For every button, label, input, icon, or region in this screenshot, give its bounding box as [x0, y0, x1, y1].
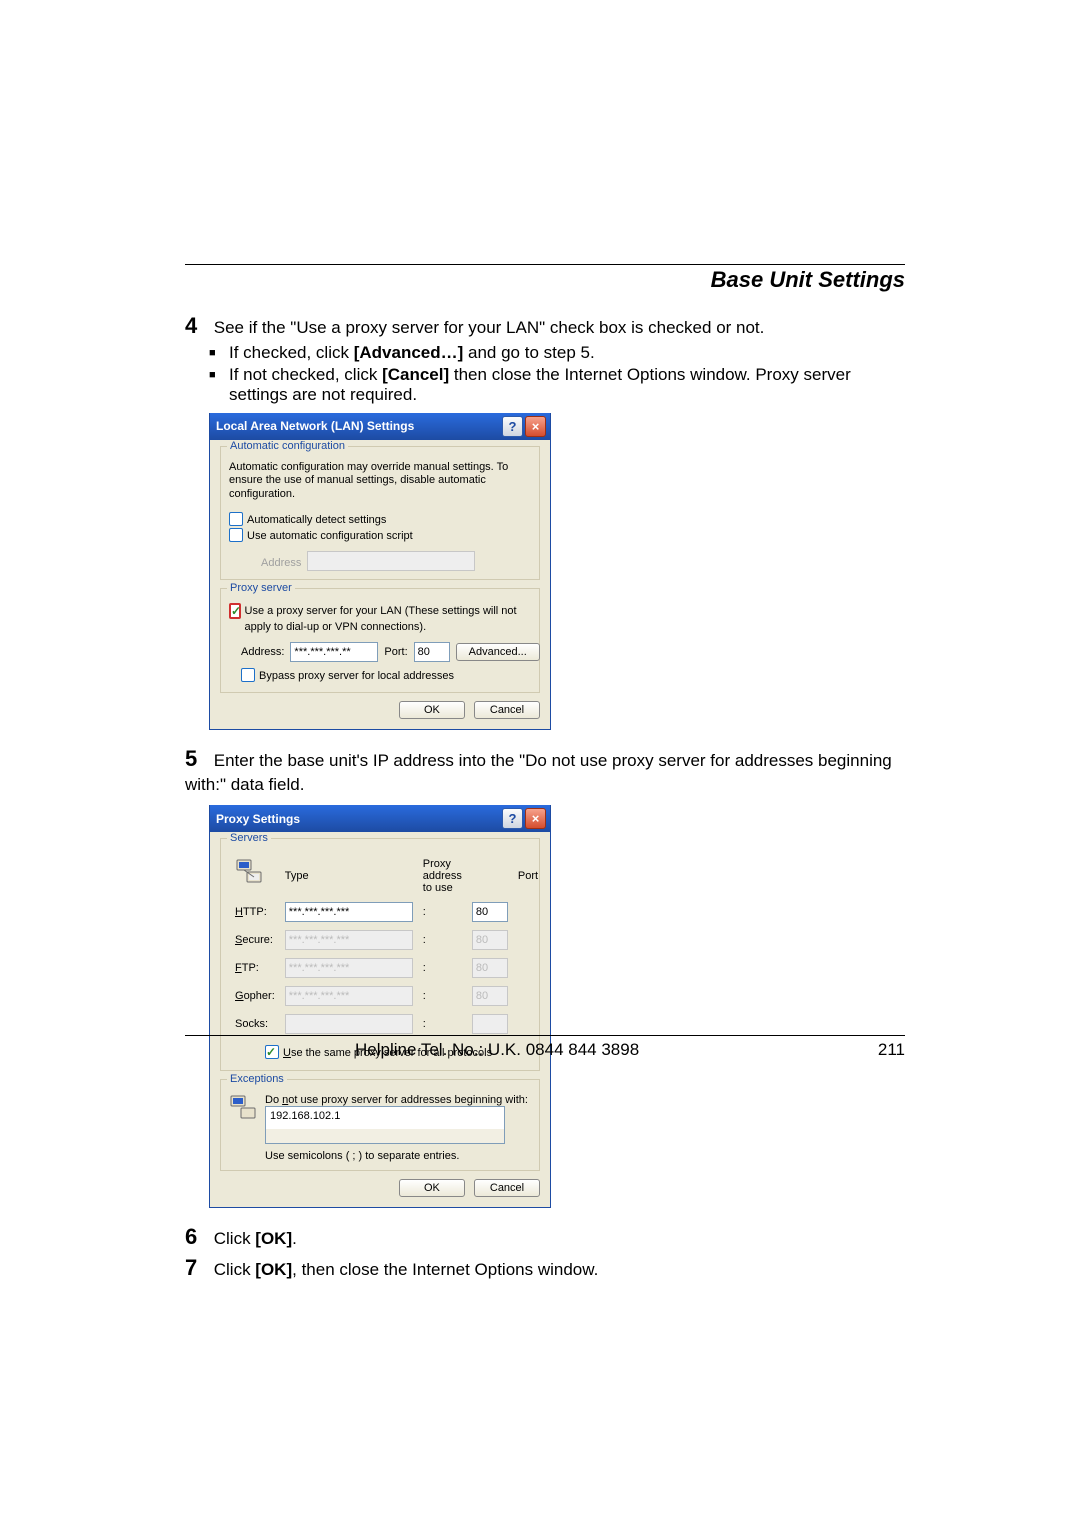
dialog-title: Local Area Network (LAN) Settings — [216, 419, 414, 433]
checkbox-auto-detect[interactable] — [229, 512, 243, 526]
step-6: 6 Click [OK]. — [185, 1222, 905, 1252]
step-7: 7 Click [OK], then close the Internet Op… — [185, 1253, 905, 1283]
step-number: 6 — [185, 1222, 209, 1252]
group-legend: Servers — [227, 832, 271, 844]
checkbox-label: Automatically detect settings — [247, 512, 386, 529]
col-addr: Proxy address to use — [419, 855, 466, 897]
server-row-ftp: FTP:: — [231, 955, 542, 981]
step-4: 4 See if the "Use a proxy server for you… — [185, 311, 905, 341]
exceptions-icon — [229, 1094, 257, 1124]
auto-config-group: Automatic configuration Automatic config… — [220, 446, 540, 580]
field-label: Port: — [384, 646, 407, 658]
proxy-group: Proxy server Use a proxy server for your… — [220, 588, 540, 694]
step-number: 5 — [185, 744, 209, 774]
proxy-port-input[interactable] — [414, 642, 450, 662]
gopher-address-input — [285, 986, 413, 1006]
step-5-text: Enter the base unit's IP address into th… — [185, 751, 892, 794]
close-icon[interactable]: × — [525, 416, 546, 437]
page-footer: Helpline Tel. No.: U.K. 0844 844 3898 21… — [185, 1027, 905, 1060]
cancel-button[interactable]: Cancel — [474, 701, 540, 719]
server-row-http: HTTP:: — [231, 899, 542, 925]
address-label: Address — [241, 557, 301, 569]
exceptions-hint: Use semicolons ( ; ) to separate entries… — [265, 1150, 531, 1162]
ftp-port-input — [472, 958, 508, 978]
ok-button[interactable]: OK — [399, 1179, 465, 1197]
dialog-title: Proxy Settings — [216, 812, 300, 826]
lan-settings-dialog: Local Area Network (LAN) Settings ? × Au… — [209, 413, 551, 731]
step-number: 4 — [185, 311, 209, 341]
http-port-input[interactable] — [472, 902, 508, 922]
checkbox-label: Use automatic configuration script — [247, 528, 413, 545]
auto-script-address-input — [307, 551, 475, 571]
step-number: 7 — [185, 1253, 209, 1283]
close-icon[interactable]: × — [525, 808, 546, 829]
advanced-button[interactable]: Advanced... — [456, 643, 540, 661]
exceptions-label: Do not use proxy server for addresses be… — [265, 1094, 531, 1106]
http-address-input[interactable] — [285, 902, 413, 922]
bullet: If not checked, click [Cancel] then clos… — [209, 365, 905, 405]
auto-config-hint: Automatic configuration may override man… — [229, 461, 531, 502]
server-row-gopher: Gopher:: — [231, 983, 542, 1009]
group-legend: Automatic configuration — [227, 440, 348, 452]
titlebar: Local Area Network (LAN) Settings ? × — [210, 413, 550, 440]
exceptions-textarea[interactable]: 192.168.102.1 — [265, 1106, 505, 1144]
checkbox-label: Use a proxy server for your LAN (These s… — [245, 603, 531, 636]
footer-helpline: Helpline Tel. No.: U.K. 0844 844 3898 — [355, 1040, 639, 1060]
servers-icon — [235, 858, 263, 888]
col-type: Type — [281, 855, 417, 897]
checkbox-use-proxy[interactable] — [229, 603, 241, 619]
proxy-address-input[interactable] — [290, 642, 378, 662]
secure-port-input — [472, 930, 508, 950]
ftp-address-input — [285, 958, 413, 978]
checkbox-label: Bypass proxy server for local addresses — [259, 668, 454, 685]
bullet: If checked, click [Advanced…] and go to … — [209, 343, 905, 363]
secure-address-input — [285, 930, 413, 950]
proxy-settings-dialog: Proxy Settings ? × Servers — [209, 805, 551, 1208]
help-icon[interactable]: ? — [502, 416, 523, 437]
step-5: 5 Enter the base unit's IP address into … — [185, 744, 905, 797]
ok-button[interactable]: OK — [399, 701, 465, 719]
titlebar: Proxy Settings ? × — [210, 805, 550, 832]
group-legend: Exceptions — [227, 1073, 287, 1085]
exceptions-group: Exceptions Do not use proxy server for a… — [220, 1079, 540, 1171]
col-port: Port — [514, 855, 542, 897]
server-row-secure: Secure:: — [231, 927, 542, 953]
group-legend: Proxy server — [227, 582, 295, 594]
field-label: Address: — [241, 646, 284, 658]
page-title: Base Unit Settings — [185, 267, 905, 293]
checkbox-bypass-local[interactable] — [241, 668, 255, 682]
help-icon[interactable]: ? — [502, 808, 523, 829]
gopher-port-input — [472, 986, 508, 1006]
footer-page-number: 211 — [878, 1040, 905, 1060]
checkbox-auto-script[interactable] — [229, 528, 243, 542]
cancel-button[interactable]: Cancel — [474, 1179, 540, 1197]
step-4-text: See if the "Use a proxy server for your … — [214, 318, 765, 337]
